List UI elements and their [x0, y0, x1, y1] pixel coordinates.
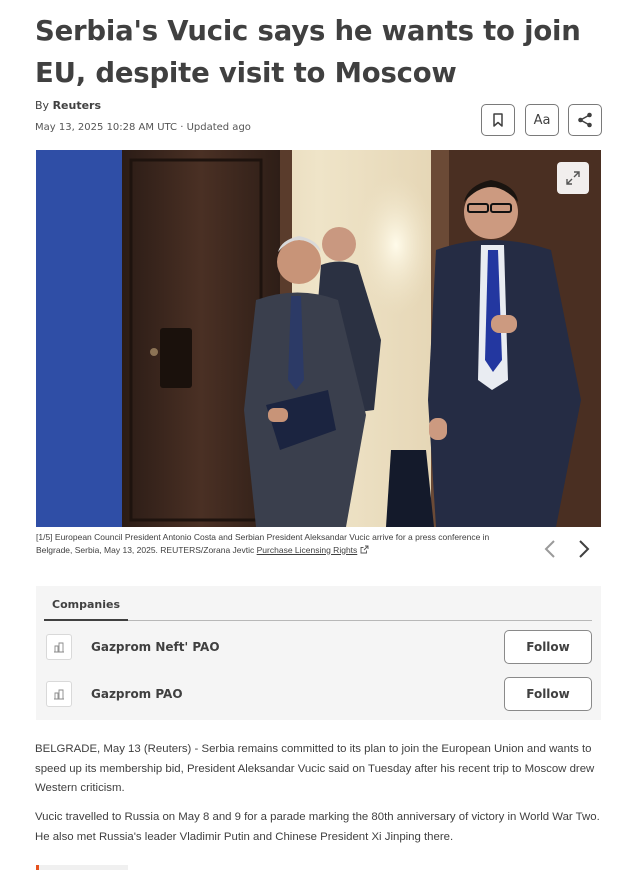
byline: By Reuters	[35, 99, 101, 112]
follow-button[interactable]: Follow	[504, 677, 592, 711]
company-name[interactable]: Gazprom Neft' PAO	[91, 640, 220, 654]
building-icon	[54, 642, 64, 653]
bookmark-icon	[493, 113, 503, 127]
bookmark-button[interactable]	[481, 104, 515, 136]
author-link[interactable]: Reuters	[53, 99, 101, 112]
building-icon	[54, 689, 64, 700]
accent-mark	[36, 865, 39, 870]
next-photo-button[interactable]	[574, 538, 594, 560]
caption-counter: [1/5]	[36, 532, 53, 542]
bottom-divider	[36, 865, 128, 870]
article-paragraph: BELGRADE, May 13 (Reuters) - Serbia rema…	[35, 743, 595, 794]
article-paragraph: Vucic travelled to Russia on May 8 and 9…	[35, 811, 600, 843]
previous-photo-button[interactable]	[540, 538, 560, 560]
text-size-label: Aa	[533, 112, 551, 128]
follow-button[interactable]: Follow	[504, 630, 592, 664]
expand-icon	[566, 171, 580, 185]
photo-caption: [1/5] European Council President Antonio…	[36, 531, 526, 556]
chevron-right-icon	[579, 540, 590, 558]
company-row: Gazprom PAO Follow	[36, 675, 601, 715]
expand-photo-button[interactable]	[557, 162, 589, 194]
publish-date: May 13, 2025 10:28 AM UTC · Updated ago	[35, 122, 251, 133]
byline-prefix: By	[35, 99, 53, 112]
photo-illustration	[36, 150, 601, 527]
share-icon	[578, 112, 592, 128]
lead-photo[interactable]	[36, 150, 601, 527]
tab-companies[interactable]: Companies	[44, 598, 128, 621]
article-headline: Serbia's Vucic says he wants to join EU,…	[35, 15, 581, 89]
companies-panel: Companies Gazprom Neft' PAO Follow Gazpr…	[36, 586, 601, 720]
company-logo	[46, 634, 72, 660]
company-row: Gazprom Neft' PAO Follow	[36, 628, 601, 668]
chevron-left-icon	[544, 540, 555, 558]
external-link-icon	[360, 545, 369, 553]
share-button[interactable]	[568, 104, 602, 136]
purchase-licensing-link[interactable]: Purchase Licensing Rights	[257, 545, 358, 555]
company-name[interactable]: Gazprom PAO	[91, 687, 183, 701]
companies-tabbar: Companies	[44, 598, 592, 621]
company-logo	[46, 681, 72, 707]
text-size-button[interactable]: Aa	[525, 104, 559, 136]
